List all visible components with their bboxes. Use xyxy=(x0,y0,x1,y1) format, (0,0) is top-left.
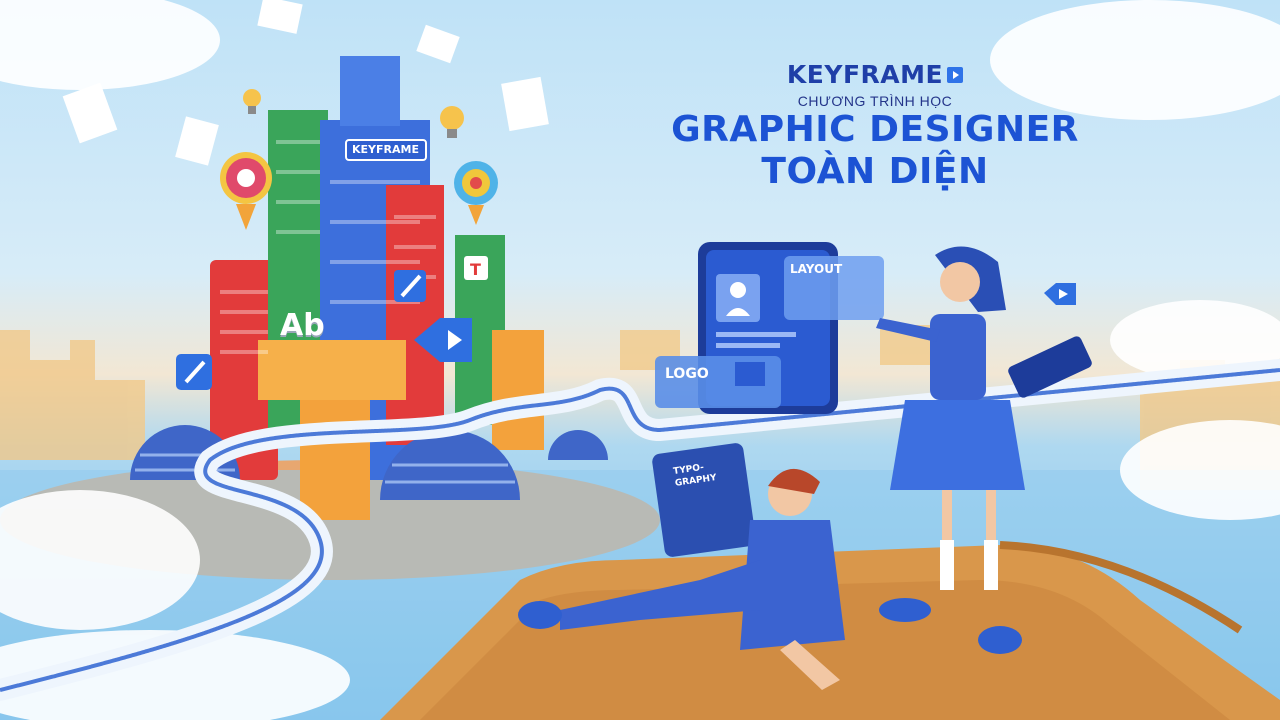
layout-card-label: LAYOUT xyxy=(790,262,843,276)
lightbulb-icon xyxy=(440,106,464,138)
brand-logo: KEYFRAME xyxy=(786,60,964,89)
program-label: CHƯƠNG TRÌNH HỌC xyxy=(797,93,953,109)
tower-orange-right xyxy=(492,330,544,450)
svg-text:T: T xyxy=(470,260,481,279)
image-icon xyxy=(735,362,765,386)
title-line-2: TOÀN DIỆN xyxy=(761,151,989,192)
eyedropper-icon xyxy=(176,354,212,390)
color-wheel-icon xyxy=(220,152,272,230)
lightbulb-icon xyxy=(243,89,261,114)
tower-sign: KEYFRAME xyxy=(352,143,419,156)
logo-card-label: LOGO xyxy=(665,366,709,382)
typography-card xyxy=(652,443,756,557)
play-icon xyxy=(947,66,964,83)
headline-block: KEYFRAME CHƯƠNG TRÌNH HỌC GRAPHIC DESIGN… xyxy=(640,60,1110,193)
tower-orange-front xyxy=(300,390,370,520)
tower-blue-top xyxy=(340,56,400,126)
title-line-1: GRAPHIC DESIGNER xyxy=(671,109,1079,150)
play-icon xyxy=(1044,283,1076,305)
ab-sign: Ab xyxy=(280,308,325,343)
brand-name: KEYFRAME xyxy=(786,60,944,89)
illustration-scene: T KEYFRAME Ab LAYOUT LOGO TYPO- GRAPHY K… xyxy=(0,0,1280,720)
color-wheel-icon xyxy=(454,161,498,225)
ab-building xyxy=(258,340,406,400)
text-icon: T xyxy=(464,256,488,280)
brush-icon xyxy=(394,270,426,302)
